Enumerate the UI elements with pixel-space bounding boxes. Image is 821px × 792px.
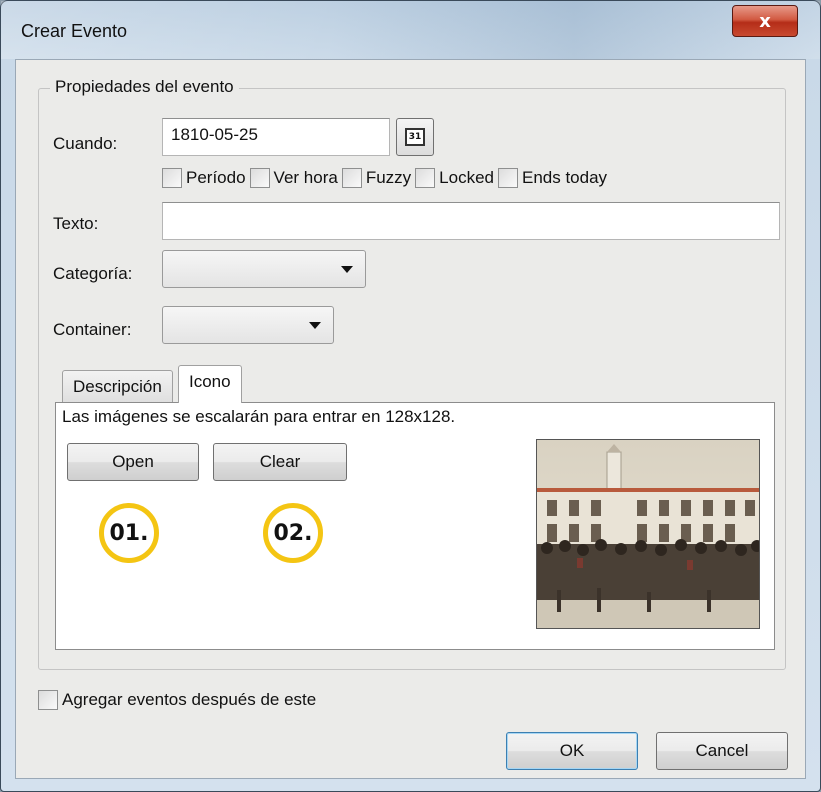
categoria-dropdown[interactable] [162, 250, 366, 288]
add-after-checkbox[interactable]: Agregar eventos después de este [38, 690, 316, 710]
checkbox-box[interactable] [415, 168, 436, 188]
texto-input[interactable] [162, 202, 780, 240]
annotation-badge-02: 02. [263, 503, 323, 563]
checkbox-box[interactable] [249, 168, 270, 188]
container-dropdown[interactable] [162, 306, 334, 344]
title-bar[interactable]: Crear Evento x [1, 1, 820, 59]
checkbox-label: Ends today [521, 168, 608, 187]
chevron-down-icon [309, 322, 321, 329]
checkbox-box[interactable] [497, 168, 518, 188]
painting-icon [536, 439, 760, 629]
group-legend: Propiedades del evento [50, 77, 239, 97]
checkbox-box[interactable] [341, 168, 362, 188]
event-options-row: Período Ver hora Fuzzy Locked Ends today [162, 168, 611, 188]
calendar-button[interactable]: 31 [396, 118, 434, 156]
checkbox-label: Período [186, 168, 246, 187]
icono-tab-panel: Las imágenes se escalarán para entrar en… [55, 402, 775, 650]
add-after-label: Agregar eventos después de este [62, 690, 317, 709]
checkbox-ver-hora[interactable]: Ver hora [249, 168, 338, 188]
open-button[interactable]: Open [67, 443, 199, 481]
clear-button[interactable]: Clear [213, 443, 347, 481]
dialog-window: Crear Evento x Propiedades del evento Cu… [0, 0, 821, 792]
checkbox-label: Ver hora [273, 168, 338, 187]
tab-icono[interactable]: Icono [178, 365, 242, 403]
checkbox-periodo[interactable]: Período [162, 168, 246, 188]
cuando-label: Cuando: [53, 134, 118, 153]
close-button[interactable]: x [732, 5, 798, 37]
window-title: Crear Evento [21, 21, 128, 41]
chevron-down-icon [341, 266, 353, 273]
checkbox-label: Fuzzy [365, 168, 412, 187]
tab-descripcion[interactable]: Descripción [62, 370, 173, 404]
dialog-client-area: Propiedades del evento Cuando: 1810-05-2… [15, 59, 806, 779]
container-label: Container: [53, 320, 132, 339]
ok-button[interactable]: OK [506, 732, 638, 770]
cuando-date-input[interactable]: 1810-05-25 [162, 118, 390, 156]
calendar-icon: 31 [405, 128, 425, 146]
checkbox-box[interactable] [162, 168, 182, 188]
close-icon: x [759, 10, 771, 32]
cancel-button[interactable]: Cancel [656, 732, 788, 770]
checkbox-fuzzy[interactable]: Fuzzy [341, 168, 412, 188]
checkbox-box[interactable] [38, 690, 58, 710]
checkbox-locked[interactable]: Locked [415, 168, 494, 188]
scale-hint-text: Las imágenes se escalarán para entrar en… [62, 407, 456, 426]
checkbox-ends-today[interactable]: Ends today [497, 168, 608, 188]
texto-label: Texto: [53, 214, 99, 233]
annotation-badge-01: 01. [99, 503, 159, 563]
categoria-label: Categoría: [53, 264, 133, 283]
checkbox-label: Locked [439, 168, 494, 187]
